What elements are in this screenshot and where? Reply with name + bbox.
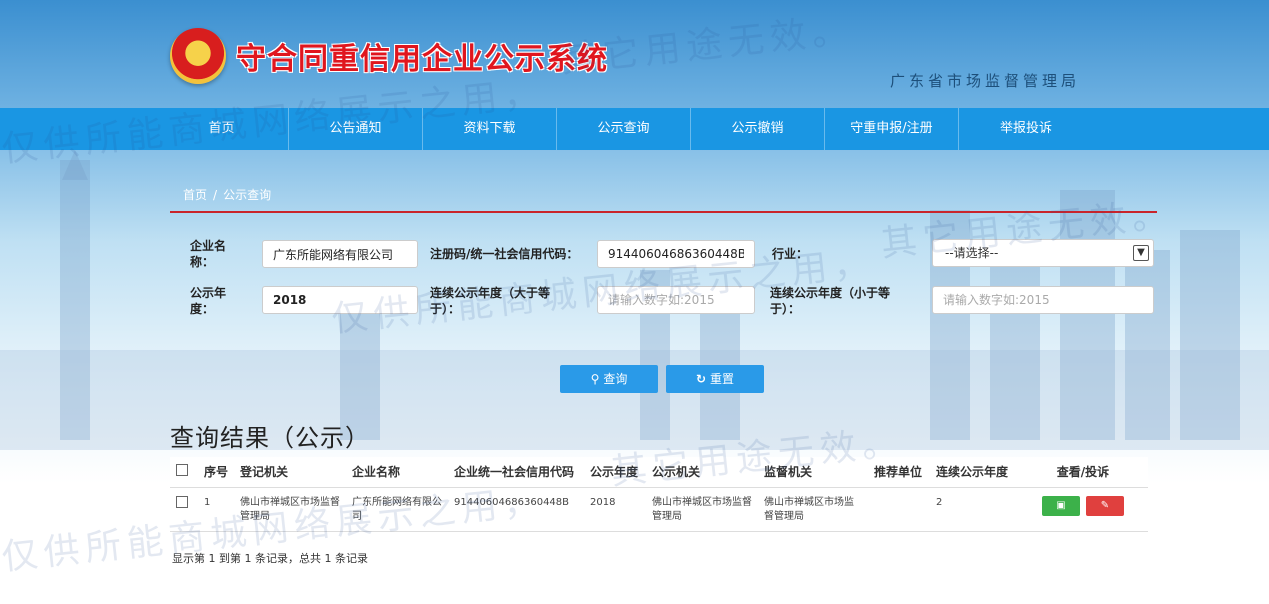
- col-year[interactable]: 公示年度: [584, 457, 646, 488]
- main-nav: 首页 公告通知 资料下载 公示查询 公示撤销 守重申报/注册 举报投诉: [0, 108, 1269, 150]
- pagination-info: 显示第 1 到第 1 条记录，总共 1 条记录: [172, 552, 368, 565]
- year-label: 公示年度：: [190, 286, 227, 316]
- nav-item-query[interactable]: 公示查询: [557, 108, 691, 150]
- cell-index: 1: [198, 487, 234, 532]
- col-code[interactable]: 企业统一社会信用代码: [448, 457, 584, 488]
- col-sup-org[interactable]: 监督机关: [758, 457, 868, 488]
- breadcrumb: 首页 / 公示查询: [183, 186, 271, 203]
- cell-code: 91440604686360448B: [448, 487, 584, 532]
- nav-item-register[interactable]: 守重申报/注册: [825, 108, 959, 150]
- col-recommender[interactable]: 推荐单位: [868, 457, 930, 488]
- years-lte-label: 连续公示年度（小于等于）：: [770, 286, 891, 316]
- view-button[interactable]: ▣: [1042, 495, 1080, 516]
- company-name-label: 企业名称：: [190, 239, 227, 269]
- complain-button[interactable]: ✎: [1086, 495, 1124, 516]
- cell-reg-org: 佛山市禅城区市场监督管理局: [234, 487, 346, 532]
- refresh-icon: ↻: [695, 372, 707, 386]
- table-row: 1 佛山市禅城区市场监督管理局 广东所能网络有限公司 9144060468636…: [170, 487, 1148, 532]
- cell-sup-org: 佛山市禅城区市场监督管理局: [758, 487, 868, 532]
- site-header: 守合同重信用企业公示系统 广东省市场监督管理局: [0, 0, 1269, 108]
- breadcrumb-separator: /: [213, 188, 218, 202]
- cell-recommender: [868, 487, 930, 532]
- bureau-name: 广东省市场监督管理局: [890, 72, 1081, 90]
- search-button[interactable]: ⚲ 查询: [560, 365, 658, 393]
- nav-item-report[interactable]: 举报投诉: [959, 108, 1093, 150]
- industry-select[interactable]: --请选择-- ▼: [932, 239, 1154, 267]
- company-name-input[interactable]: [262, 240, 418, 268]
- credit-code-input[interactable]: [597, 240, 755, 268]
- chevron-down-icon: ▼: [1133, 245, 1149, 261]
- select-all-checkbox[interactable]: [176, 464, 188, 477]
- national-emblem-icon: [170, 28, 226, 84]
- industry-label: 行业：: [772, 247, 809, 261]
- breadcrumb-home[interactable]: 首页: [183, 188, 207, 202]
- row-actions: ▣ ✎: [1024, 495, 1142, 516]
- years-lte-input[interactable]: [932, 286, 1154, 314]
- col-pub-org[interactable]: 公示机关: [646, 457, 758, 488]
- cell-pub-org: 佛山市禅城区市场监督管理局: [646, 487, 758, 532]
- cell-year: 2018: [584, 487, 646, 532]
- site-title: 守合同重信用企业公示系统: [236, 42, 608, 77]
- col-actions: 查看/投诉: [1018, 457, 1148, 488]
- industry-select-value: --请选择--: [945, 246, 999, 260]
- search-button-label: 查询: [603, 372, 628, 386]
- results-table: 序号 登记机关 企业名称 企业统一社会信用代码 公示年度 公示机关 监督机关 推…: [170, 457, 1148, 532]
- edit-icon: ✎: [1100, 499, 1110, 511]
- nav-item-notices[interactable]: 公告通知: [289, 108, 423, 150]
- search-icon: ⚲: [590, 372, 600, 386]
- col-company[interactable]: 企业名称: [346, 457, 448, 488]
- year-input[interactable]: [262, 286, 418, 314]
- nav-item-revoke[interactable]: 公示撤销: [691, 108, 825, 150]
- table-header-row: 序号 登记机关 企业名称 企业统一社会信用代码 公示年度 公示机关 监督机关 推…: [170, 457, 1148, 488]
- breadcrumb-current: 公示查询: [223, 188, 272, 202]
- cell-company: 广东所能网络有限公司: [346, 487, 448, 532]
- nav-item-home[interactable]: 首页: [155, 108, 289, 150]
- results-title: 查询结果（公示）: [170, 424, 370, 452]
- col-reg-org[interactable]: 登记机关: [234, 457, 346, 488]
- row-checkbox[interactable]: [176, 495, 188, 508]
- divider-line: [170, 211, 1157, 213]
- years-gte-label: 连续公示年度（大于等于）：: [430, 286, 551, 316]
- credit-code-label: 注册码/统一社会信用代码：: [430, 247, 579, 261]
- col-index[interactable]: 序号: [198, 457, 234, 488]
- nav-item-downloads[interactable]: 资料下载: [423, 108, 557, 150]
- view-icon: ▣: [1056, 499, 1066, 511]
- cell-years: 2: [930, 487, 1018, 532]
- years-gte-input[interactable]: [597, 286, 755, 314]
- reset-button[interactable]: ↻ 重置: [666, 365, 764, 393]
- reset-button-label: 重置: [710, 372, 735, 386]
- col-years[interactable]: 连续公示年度: [930, 457, 1018, 488]
